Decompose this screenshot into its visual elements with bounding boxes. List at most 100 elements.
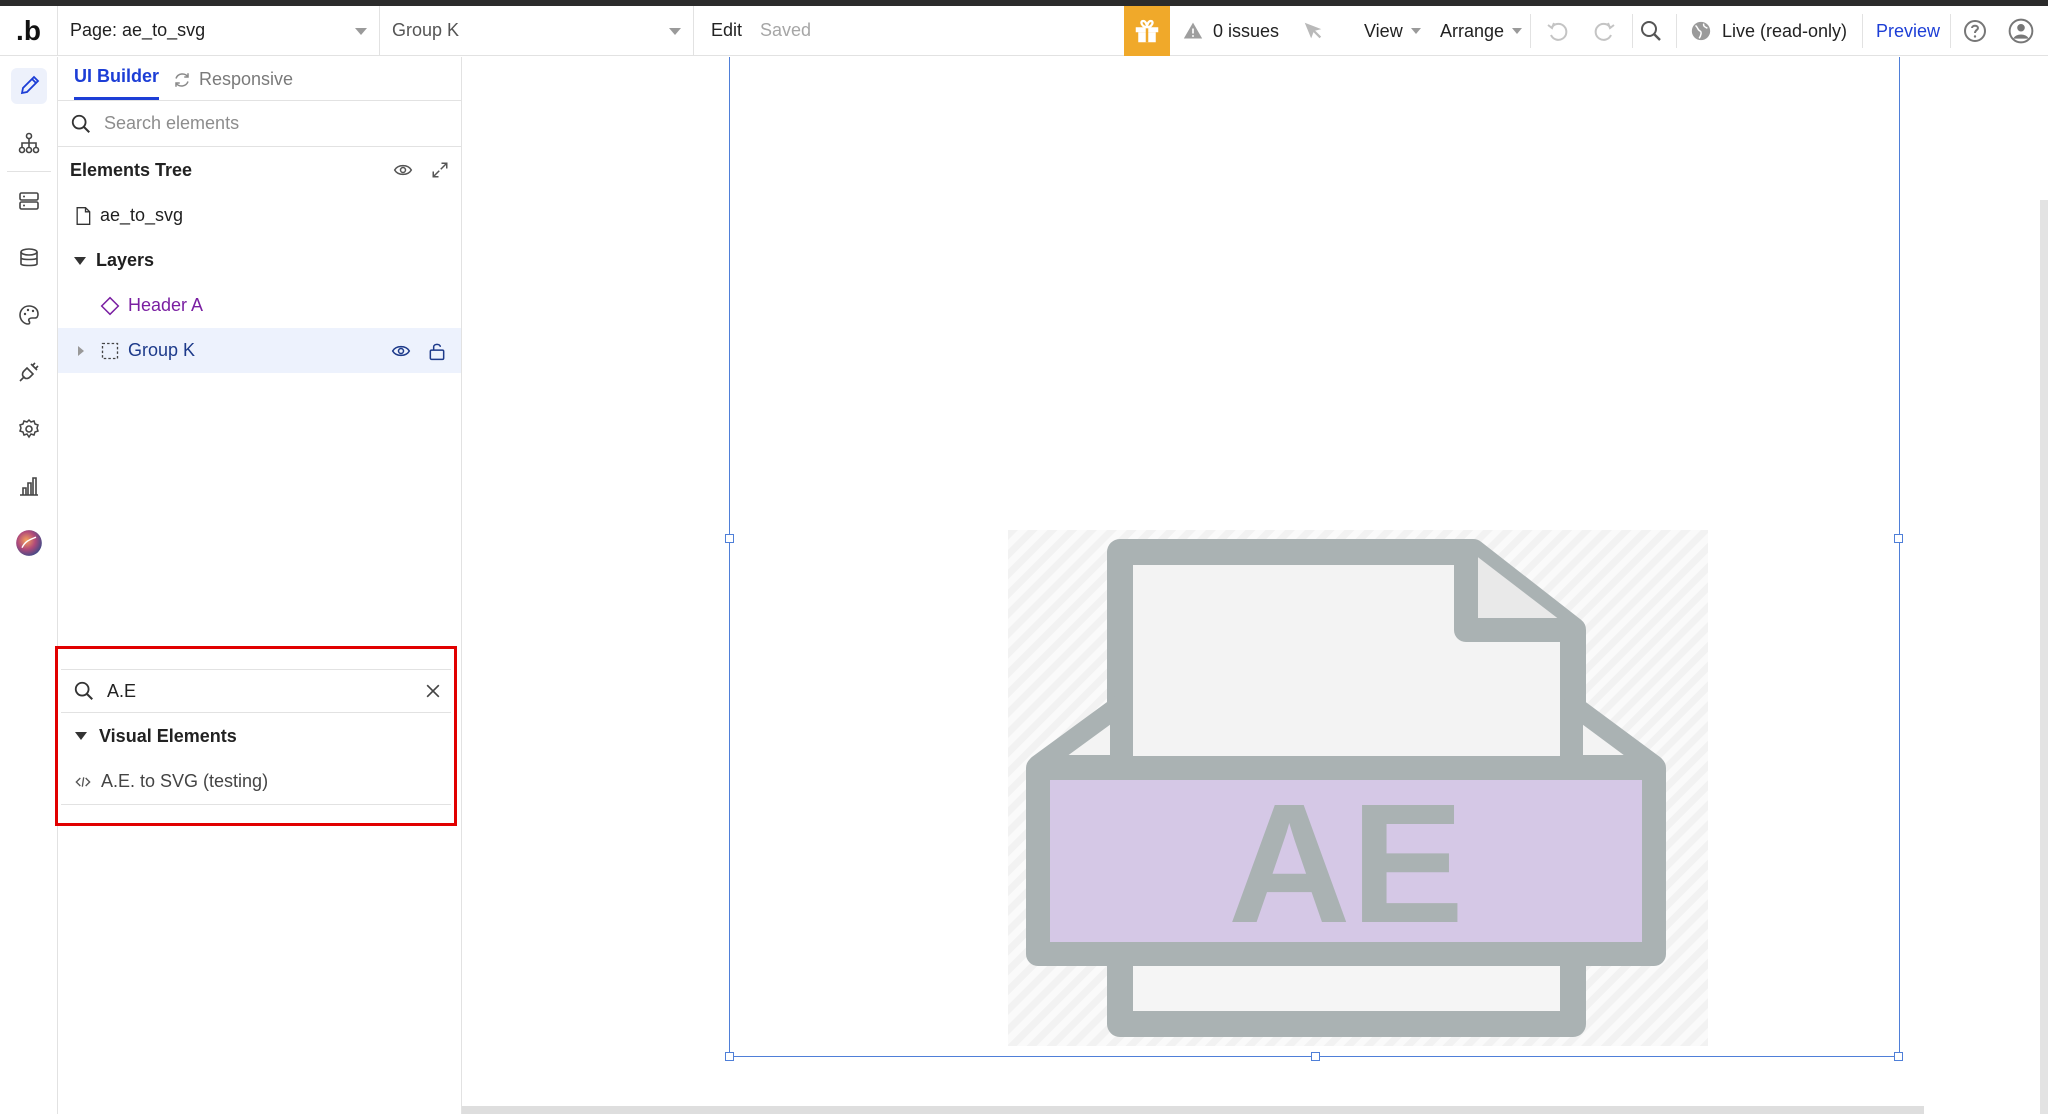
workflow-icon [18, 132, 40, 153]
element-search-bar [58, 101, 461, 147]
ae-file-preview-image: AE [1008, 530, 1708, 1046]
canvas-vertical-scrollbar[interactable] [2040, 200, 2048, 1114]
rail-data[interactable] [0, 172, 58, 229]
search-button[interactable] [1636, 6, 1666, 56]
add-element-search-popup: Visual Elements A.E. to SVG (testing) [55, 646, 457, 826]
tree-item-header-a[interactable]: Header A [58, 283, 461, 328]
undo-icon [1547, 22, 1568, 41]
help-icon [1964, 20, 1986, 42]
preview-label: Preview [1876, 20, 1941, 41]
chevron-down-icon [355, 27, 367, 35]
unlock-icon[interactable] [427, 341, 447, 361]
resize-handle-right[interactable] [1894, 534, 1903, 543]
search-icon [74, 681, 93, 700]
bar-chart-icon [20, 476, 38, 496]
element-selector-label: Group K [392, 20, 460, 40]
plug-icon [19, 361, 39, 382]
tab-ui-builder[interactable]: UI Builder [74, 66, 160, 100]
rail-styles[interactable] [0, 286, 58, 343]
eye-icon[interactable] [391, 341, 411, 361]
ui-builder-panel: UI Builder Responsive Elements Tree [58, 57, 462, 1114]
view-menu-label: View [1364, 20, 1403, 41]
issues-indicator[interactable]: 0 issues [1183, 6, 1279, 56]
rail-database[interactable] [0, 229, 58, 286]
preview-button[interactable]: Preview [1876, 6, 1940, 56]
rail-workflow[interactable] [0, 114, 58, 171]
undo-button[interactable] [1544, 6, 1572, 56]
inspect-cursor-icon[interactable] [1302, 20, 1324, 42]
edit-menu[interactable]: Edit [694, 20, 752, 41]
caret-down-icon[interactable] [74, 256, 86, 265]
view-menu[interactable]: View [1364, 6, 1421, 56]
close-icon[interactable] [423, 681, 443, 701]
rail-design[interactable] [0, 57, 58, 114]
arrange-menu-label: Arrange [1440, 20, 1505, 41]
app-avatar-icon [16, 529, 42, 556]
resize-handle-bottom-right[interactable] [1894, 1052, 1903, 1061]
search-icon [1641, 21, 1661, 41]
arrange-menu[interactable]: Arrange [1440, 6, 1523, 56]
search-icon [71, 114, 90, 133]
tree-item-layers-label: Layers [96, 250, 155, 270]
warning-icon [1183, 22, 1203, 39]
gift-icon [1135, 19, 1159, 43]
refresh-icon [175, 72, 189, 87]
caret-down-icon [75, 732, 87, 740]
resize-handle-left[interactable] [725, 534, 734, 543]
top-toolbar: .b Page: ae_to_svg Group K Edit Saved 0 … [0, 5, 2048, 56]
page-selector[interactable]: Page: ae_to_svg [58, 5, 380, 56]
palette-icon [19, 304, 39, 325]
issues-label: 0 issues [1213, 20, 1280, 41]
resize-handle-bottom-left[interactable] [725, 1052, 734, 1061]
group-dashed-icon [101, 342, 119, 359]
element-selector[interactable]: Group K [380, 5, 694, 56]
tree-item-page-label: ae_to_svg [100, 205, 184, 225]
category-visual-elements[interactable]: Visual Elements [61, 713, 451, 759]
rail-app-icon[interactable] [0, 514, 58, 571]
toolbar-divider [1676, 14, 1677, 48]
elements-tree-title: Elements Tree [70, 159, 193, 180]
redo-button[interactable] [1590, 6, 1618, 56]
toolbar-divider [1632, 14, 1633, 48]
chevron-down-icon [669, 27, 681, 35]
add-element-search-bar [61, 669, 451, 713]
diamond-reusable-icon [100, 296, 120, 315]
resize-handle-bottom[interactable] [1311, 1052, 1320, 1061]
tree-item-layers[interactable]: Layers [58, 238, 461, 283]
tree-item-header-a-label: Header A [128, 295, 204, 315]
redo-icon [1594, 22, 1615, 41]
search-elements-input[interactable] [104, 113, 424, 134]
code-plugin-icon [75, 776, 91, 787]
chevron-down-icon [1410, 28, 1421, 34]
elements-tree-header: Elements Tree [58, 147, 461, 193]
pencil-icon [11, 67, 47, 104]
rail-settings[interactable] [0, 400, 58, 457]
rail-plugins[interactable] [0, 343, 58, 400]
bubble-logo[interactable]: .b [0, 5, 58, 56]
page-file-icon [76, 206, 91, 225]
panel-tabs: UI Builder Responsive [58, 57, 461, 101]
add-element-search-input[interactable] [107, 680, 407, 702]
category-visual-elements-label: Visual Elements [99, 725, 237, 746]
tree-item-group-k-label: Group K [128, 340, 196, 360]
search-result-item[interactable]: A.E. to SVG (testing) [61, 759, 451, 805]
page-selector-label: Page: ae_to_svg [70, 20, 206, 40]
tab-responsive-label: Responsive [199, 69, 294, 89]
caret-right-icon[interactable] [78, 345, 84, 356]
help-button[interactable] [1962, 6, 1988, 56]
gear-icon [19, 418, 39, 438]
live-mode-indicator[interactable]: Live (read-only) [1690, 6, 1847, 56]
rail-logs[interactable] [0, 457, 58, 514]
account-button[interactable] [2008, 6, 2034, 56]
expand-icon[interactable] [431, 161, 449, 179]
gift-button[interactable] [1124, 6, 1170, 56]
tab-ui-builder-label: UI Builder [74, 66, 160, 86]
eye-icon[interactable] [393, 160, 413, 180]
chevron-down-icon [1512, 28, 1523, 34]
tree-item-page[interactable]: ae_to_svg [58, 193, 461, 238]
tree-item-group-k[interactable]: Group K [58, 328, 461, 373]
server-icon [19, 191, 39, 210]
live-mode-label: Live (read-only) [1722, 20, 1848, 41]
canvas-horizontal-scrollbar[interactable] [462, 1106, 1924, 1114]
tab-responsive[interactable]: Responsive [173, 69, 293, 100]
